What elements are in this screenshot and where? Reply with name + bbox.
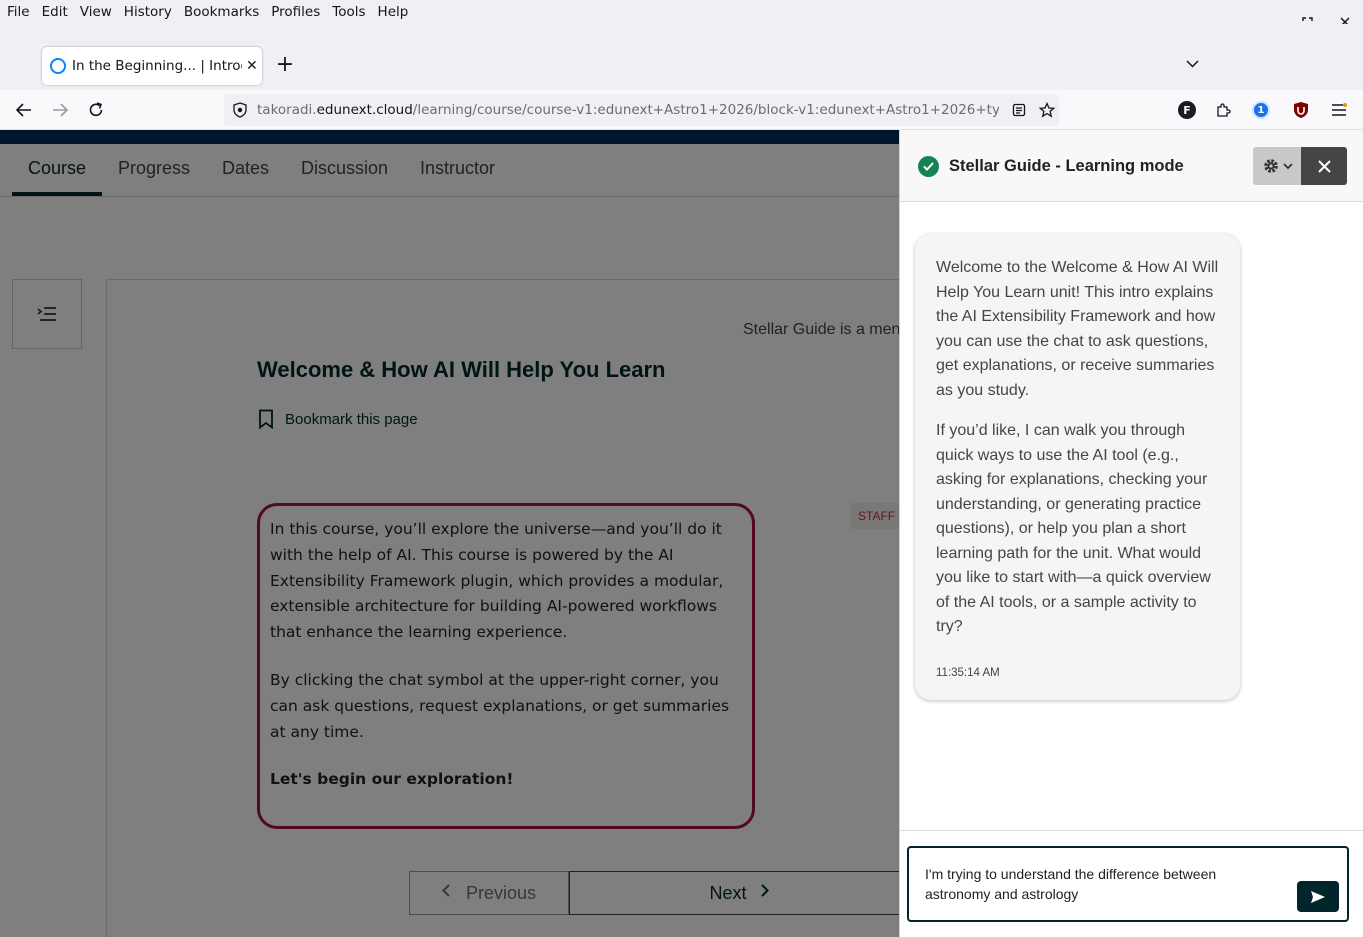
reload-icon[interactable]: [84, 98, 108, 122]
tracking-shield-icon[interactable]: [232, 102, 248, 118]
send-button[interactable]: [1297, 881, 1339, 912]
page-content: Course Progress Dates Discussion Instruc…: [0, 130, 1363, 937]
app-menu-icon[interactable]: [1329, 100, 1349, 120]
password-manager-icon[interactable]: 1: [1251, 100, 1271, 120]
menu-tools[interactable]: Tools: [326, 4, 371, 20]
menu-profiles[interactable]: Profiles: [265, 4, 326, 20]
message-paragraph: If you’d like, I can walk you through qu…: [936, 422, 1211, 635]
nav-bar: takoradi.edunext.cloud/learning/course/c…: [0, 90, 1363, 130]
url-text: takoradi.edunext.cloud/learning/course/c…: [257, 102, 999, 118]
menu-bar: File Edit View History Bookmarks Profile…: [0, 0, 1363, 24]
browser-tab[interactable]: In the Beginning... | Introduc ✕: [42, 47, 262, 85]
tab-strip: In the Beginning... | Introduc ✕ +: [0, 24, 1363, 90]
extensions-puzzle-icon[interactable]: [1213, 100, 1233, 120]
chat-title: Stellar Guide - Learning mode: [949, 157, 1184, 175]
menu-history[interactable]: History: [118, 4, 178, 20]
chat-panel: Stellar Guide - Learning mode Welcome to…: [899, 130, 1363, 937]
chat-divider: [900, 830, 1363, 831]
message-timestamp: 11:35:14 AM: [936, 667, 1000, 679]
bookmark-star-icon[interactable]: [1039, 102, 1055, 118]
tab-list-icon[interactable]: [1186, 56, 1199, 72]
send-icon: [1311, 890, 1325, 903]
chat-header: Stellar Guide - Learning mode: [900, 130, 1363, 202]
back-icon[interactable]: [12, 98, 36, 122]
menu-view[interactable]: View: [74, 4, 118, 20]
modal-overlay[interactable]: [0, 130, 899, 937]
settings-dropdown-button[interactable]: [1253, 147, 1301, 185]
new-tab-icon[interactable]: +: [274, 54, 296, 76]
ublock-shield-icon[interactable]: [1291, 100, 1311, 120]
menu-bookmarks[interactable]: Bookmarks: [178, 4, 265, 20]
menu-edit[interactable]: Edit: [36, 4, 74, 20]
tab-title: In the Beginning... | Introduc: [72, 58, 242, 74]
close-icon: [1317, 159, 1331, 173]
message-paragraph: Welcome to the Welcome & How AI Will Hel…: [936, 259, 1219, 399]
reader-view-icon[interactable]: [1011, 102, 1027, 118]
menu-help[interactable]: Help: [372, 4, 415, 20]
tab-close-icon[interactable]: ✕: [246, 58, 258, 74]
gear-icon: [1263, 159, 1278, 173]
assistant-message: Welcome to the Welcome & How AI Will Hel…: [915, 234, 1240, 700]
extension-f-icon[interactable]: F: [1177, 100, 1197, 120]
loading-icon: [50, 58, 66, 74]
check-circle-icon: [918, 156, 939, 177]
menu-file[interactable]: File: [0, 4, 36, 20]
chevron-down-icon: [1282, 162, 1293, 169]
forward-icon[interactable]: [48, 98, 72, 122]
url-bar[interactable]: takoradi.edunext.cloud/learning/course/c…: [224, 94, 1059, 126]
chat-input[interactable]: I'm trying to understand the difference …: [907, 846, 1349, 922]
chat-close-button[interactable]: [1301, 147, 1347, 185]
